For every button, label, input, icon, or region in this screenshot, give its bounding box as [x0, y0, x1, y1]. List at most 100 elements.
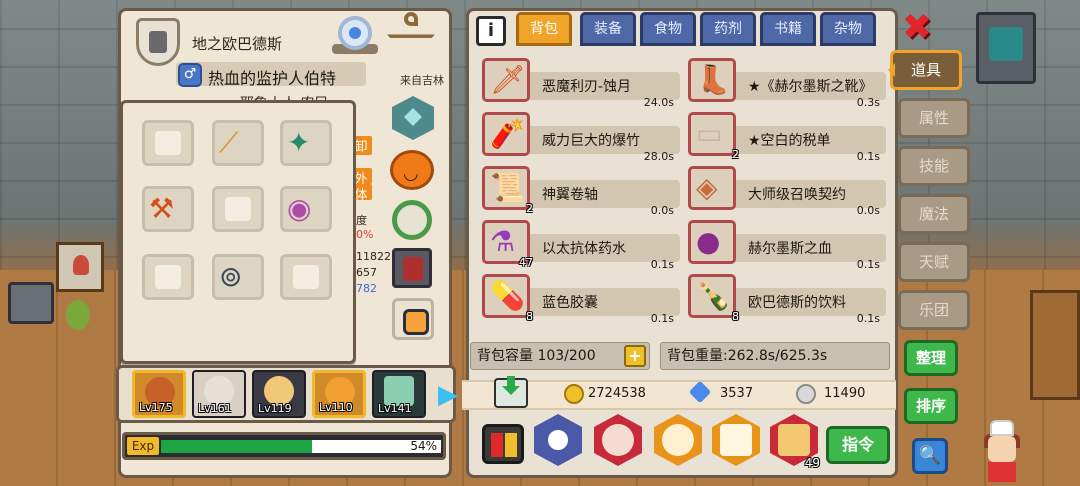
item-count: 2	[526, 202, 533, 215]
ranking-button[interactable]	[482, 424, 524, 464]
item-name: 蓝色胶囊	[542, 295, 598, 311]
accessory-icon[interactable]	[392, 298, 434, 340]
dark-necklace-icon[interactable]: ⊚	[212, 254, 264, 300]
chest-button[interactable]: 49	[770, 414, 820, 470]
info-button[interactable]: i	[476, 16, 506, 46]
side-tab-talent[interactable]: 天赋	[898, 242, 970, 282]
party-member[interactable]: Lv141	[372, 370, 426, 418]
empty-slot-icon[interactable]	[212, 186, 264, 232]
item-name: 恶魔利刃-蚀月	[542, 79, 632, 95]
list-item[interactable]: 📜 2 神翼卷轴 0.0s	[478, 164, 680, 217]
green-crossbow-icon[interactable]: ✦	[280, 120, 332, 166]
tidy-button[interactable]: 整理	[904, 340, 958, 376]
exp-track	[161, 440, 441, 453]
item-weight: 0.3s	[856, 96, 880, 109]
item-icon: ●	[688, 220, 736, 264]
list-item[interactable]: ▭ 2 ★空白的税单 0.1s	[684, 110, 886, 163]
item-name: 大师级召唤契约	[748, 187, 846, 203]
item-name: 神翼卷轴	[542, 187, 598, 203]
crown-skill-button[interactable]	[594, 414, 642, 466]
storage-chest	[8, 282, 54, 324]
party-member[interactable]: Lv119	[252, 370, 306, 418]
potion-shelf	[56, 242, 104, 292]
tab-books[interactable]: 书籍	[760, 12, 816, 46]
tab-backpack[interactable]: 背包	[516, 12, 572, 46]
purple-lock-icon[interactable]: ◉	[280, 186, 332, 232]
party-member-level: Lv161	[198, 402, 232, 415]
silver-coin-icon	[796, 384, 816, 404]
item-weight: 0.0s	[650, 204, 674, 217]
item-weight: 0.1s	[856, 312, 880, 325]
male-gender-icon: ♂	[178, 63, 202, 87]
item-list: 🗡 恶魔利刃-蚀月 24.0s 👢 ★《赫尔墨斯之靴》 0.3s 🧨 威力巨大的…	[474, 52, 892, 328]
collect-download-icon[interactable]	[494, 376, 528, 408]
item-name: 以太抗体药水	[542, 241, 626, 257]
side-tab-magic[interactable]: 魔法	[898, 194, 970, 234]
tab-potions[interactable]: 药剂	[700, 12, 756, 46]
empty-slot-icon[interactable]	[142, 120, 194, 166]
ring-skill-button[interactable]	[534, 414, 582, 466]
item-icon: 💊 8	[482, 274, 533, 323]
stat-value: 11822	[356, 250, 391, 263]
flame-skill-button[interactable]	[654, 414, 702, 466]
item-weight: 24.0s	[643, 96, 674, 109]
hero-emblem	[127, 18, 193, 66]
list-item[interactable]: 🗡 恶魔利刃-蚀月 24.0s	[478, 56, 680, 109]
golden-staff-icon[interactable]: ⟋	[212, 120, 264, 166]
item-name: ★空白的税单	[748, 133, 831, 149]
tab-equipment[interactable]: 装备	[580, 12, 636, 46]
list-item[interactable]: 🍾 8 欧巴德斯的饮料 0.1s	[684, 272, 886, 325]
empty-slot-icon[interactable]	[280, 254, 332, 300]
party-next-arrow-icon[interactable]: ▶	[438, 380, 458, 412]
hero-origin: 来自吉林	[400, 74, 444, 87]
party-member[interactable]: Lv175	[132, 370, 186, 418]
chest-count-badge: 49	[804, 456, 820, 470]
party-member-level: Lv119	[258, 402, 292, 415]
stat-value: 782	[356, 282, 377, 295]
item-name: ★《赫尔墨斯之靴》	[748, 79, 873, 95]
hero-title: 地之欧巴德斯	[192, 35, 283, 53]
item-icon: ⚗ 47	[482, 220, 533, 269]
item-name: 欧巴德斯的饮料	[748, 295, 846, 311]
item-weight: 0.0s	[856, 204, 880, 217]
stat-value: 度	[356, 214, 367, 227]
side-tab-skills[interactable]: 技能	[898, 146, 970, 186]
background-furniture	[0, 222, 110, 330]
stat-value: 657	[356, 266, 377, 279]
bookshelf	[1030, 290, 1080, 400]
item-count: 47	[519, 256, 533, 269]
shield-skill-button[interactable]	[712, 414, 760, 466]
command-button[interactable]: 指令	[826, 426, 890, 464]
list-item[interactable]: 💊 8 蓝色胶囊 0.1s	[478, 272, 680, 325]
party-member[interactable]: Lv110	[312, 370, 366, 418]
side-tab-attributes[interactable]: 属性	[898, 98, 970, 138]
sort-button[interactable]: 排序	[904, 388, 958, 424]
pumpkin-helmet-icon[interactable]	[390, 150, 434, 190]
item-count: 8	[526, 310, 533, 323]
tab-food[interactable]: 食物	[640, 12, 696, 46]
list-item[interactable]: ◈ 大师级召唤契约 0.0s	[684, 164, 886, 217]
rank-badge-icon[interactable]	[332, 14, 378, 56]
list-item[interactable]: 👢 ★《赫尔墨斯之靴》 0.3s	[684, 56, 886, 109]
side-tab-band[interactable]: 乐团	[898, 290, 970, 330]
empty-slot-icon[interactable]	[142, 254, 194, 300]
list-item[interactable]: ● 赫尔墨斯之血 0.1s	[684, 218, 886, 271]
search-icon[interactable]: 🔍	[912, 438, 948, 474]
party-member[interactable]: Lv161	[192, 370, 246, 418]
flame-axe-icon[interactable]: ⚒	[142, 186, 194, 232]
side-tab-items[interactable]: 道具	[888, 50, 962, 90]
item-name: 威力巨大的爆竹	[542, 133, 640, 149]
diamond-amount: 3537	[720, 386, 754, 401]
wardrobe-hanger-icon[interactable]	[379, 12, 443, 58]
tab-misc[interactable]: 杂物	[820, 12, 876, 46]
armor-icon[interactable]	[392, 248, 432, 288]
list-item[interactable]: 🧨 威力巨大的爆竹 28.0s	[478, 110, 680, 163]
item-count: 8	[732, 310, 739, 323]
list-item[interactable]: ⚗ 47 以太抗体药水 0.1s	[478, 218, 680, 271]
close-icon[interactable]: ✖	[900, 10, 934, 46]
item-weight: 0.1s	[650, 312, 674, 325]
exp-percent: 54%	[410, 439, 437, 453]
green-ring-icon[interactable]	[392, 200, 432, 240]
expand-capacity-button[interactable]: +	[624, 345, 646, 367]
npc-chef[interactable]	[982, 420, 1022, 482]
